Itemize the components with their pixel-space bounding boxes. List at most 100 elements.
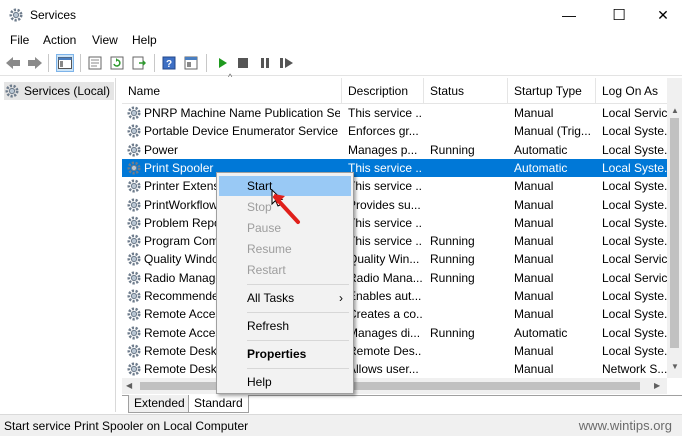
service-status (430, 104, 510, 122)
service-description: Allows user... (348, 362, 419, 377)
service-description: Provides su... (348, 197, 421, 212)
service-log-on-as: Local Syste... (602, 325, 668, 340)
column-header-status[interactable]: Status (424, 78, 508, 104)
service-status: Running (430, 270, 475, 285)
horizontal-scroll-thumb[interactable] (140, 382, 640, 390)
service-log-on-as: Local Syste... (602, 343, 668, 358)
column-header-name[interactable]: Name (122, 78, 342, 104)
table-row[interactable]: Remote Desktop Services Allows user... Man… (122, 360, 667, 378)
minimize-button[interactable]: — (546, 0, 592, 30)
table-row[interactable]: Program Compatibility Assistant ServiceT… (122, 232, 668, 250)
service-description: Quality Win... (348, 252, 420, 267)
menu-item-resume[interactable]: Resume (219, 239, 351, 259)
table-row[interactable]: PNRP Machine Name Publication Ser... This… (122, 104, 668, 122)
title-bar: Services — ☐ ✕ (0, 0, 682, 30)
service-description: Enforces gr... (348, 124, 419, 139)
service-status: Running (430, 234, 475, 249)
scroll-down-icon[interactable]: ▼ (671, 362, 679, 371)
menu-action[interactable]: Action (43, 33, 76, 47)
menu-item-all-tasks[interactable]: All Tasks › (219, 288, 351, 308)
service-status (430, 214, 510, 232)
show-hide-tree-icon[interactable] (56, 54, 74, 72)
pause-service-icon[interactable] (256, 54, 274, 72)
tab-extended[interactable]: Extended (128, 395, 191, 413)
menu-item-help[interactable]: Help (219, 372, 351, 392)
service-description: Remote Des... (348, 343, 422, 358)
restart-service-icon[interactable] (278, 54, 296, 72)
help-icon[interactable]: ? (160, 54, 178, 72)
menu-item-properties[interactable]: Properties (219, 344, 351, 364)
menu-item-restart[interactable]: Restart (219, 260, 351, 280)
menu-separator (247, 340, 349, 341)
service-gear-icon (126, 288, 142, 304)
table-row[interactable]: Printer Extensions and NotificationsThis… (122, 177, 668, 195)
tree-item-services-local[interactable]: Services (Local) (4, 82, 115, 100)
console-icon[interactable] (182, 54, 200, 72)
menu-help[interactable]: Help (132, 33, 157, 47)
service-name: Portable Device Enumerator Service (144, 124, 339, 139)
service-description: This service ... (348, 106, 422, 120)
services-list: ^ Name Description Status Startup Type L… (122, 72, 682, 414)
column-header-log-on-as[interactable]: Log On As (596, 78, 667, 104)
vertical-scrollbar[interactable]: ▲ ▼ (667, 78, 682, 378)
service-gear-icon (126, 361, 142, 377)
service-gear-icon (126, 123, 142, 139)
table-row[interactable]: Portable Device Enumerator Service Enforc… (122, 122, 668, 140)
vertical-scroll-thumb[interactable] (670, 118, 679, 348)
service-startup-type: Manual (514, 362, 554, 377)
properties-icon[interactable] (86, 54, 104, 72)
scroll-up-icon[interactable]: ▲ (671, 106, 679, 115)
service-description: This service ... (348, 234, 422, 249)
tree-item-label: Services (Local) (24, 84, 111, 98)
watermark: www.wintips.org (578, 418, 672, 433)
service-startup-type: Manual (514, 270, 554, 285)
column-header-description[interactable]: Description (342, 78, 424, 104)
stop-service-icon[interactable] (234, 54, 252, 72)
table-row[interactable]: Problem Reports Control Panel SupportThi… (122, 214, 668, 232)
service-startup-type: Manual (514, 252, 554, 267)
service-startup-type: Manual (514, 289, 554, 303)
menu-view[interactable]: View (92, 33, 118, 47)
maximize-button[interactable]: ☐ (596, 0, 642, 30)
table-row[interactable]: Print Spooler This service ... Automatic Lo… (122, 158, 668, 178)
menu-file[interactable]: File (10, 33, 29, 47)
table-row[interactable]: Remote Access Connection ManagerManages … (122, 324, 668, 342)
forward-icon[interactable] (26, 54, 44, 72)
scroll-right-icon[interactable]: ▶ (654, 381, 660, 390)
service-log-on-as: Local Service (602, 270, 668, 285)
service-startup-type: Manual (514, 215, 554, 230)
service-status (430, 122, 510, 140)
status-bar: Start service Print Spooler on Local Com… (0, 414, 682, 436)
scroll-left-icon[interactable]: ◀ (126, 381, 132, 390)
service-log-on-as: Network S... (602, 362, 668, 377)
service-status (430, 159, 510, 177)
service-description: This service ... (348, 215, 422, 230)
column-header-startup-type[interactable]: Startup Type (508, 78, 596, 104)
start-service-icon[interactable] (214, 54, 232, 72)
table-row[interactable]: Power Manages p... Running Automatic Local S… (122, 141, 668, 159)
export-list-icon[interactable] (130, 54, 148, 72)
horizontal-scrollbar[interactable]: ◀ ▶ (122, 378, 667, 394)
tab-standard[interactable]: Standard (188, 395, 249, 413)
service-status (430, 305, 510, 323)
service-gear-icon (126, 325, 142, 341)
table-row[interactable]: Radio Management ServiceRadio Mana...Run… (122, 269, 668, 287)
close-button[interactable]: ✕ (640, 0, 682, 30)
table-row[interactable]: PrintWorkflow Provides su... Manual Local S… (122, 196, 668, 214)
service-startup-type: Automatic (514, 160, 568, 175)
service-gear-icon (126, 160, 142, 176)
service-log-on-as: Local Syste... (602, 142, 668, 157)
menu-item-refresh[interactable]: Refresh (219, 316, 351, 336)
table-row[interactable]: Remote Access Auto Connection ManagerCre… (122, 305, 668, 323)
menu-item-label: All Tasks (247, 291, 295, 305)
back-icon[interactable] (4, 54, 22, 72)
table-row[interactable]: Remote Desktop ConfigurationRemote Des..… (122, 342, 668, 360)
menu-separator (247, 368, 349, 369)
table-row[interactable]: Recommended Troubleshooting ServiceEnabl… (122, 287, 668, 305)
service-gear-icon (126, 251, 142, 267)
service-status (430, 342, 510, 360)
status-text: Start service Print Spooler on Local Com… (4, 419, 249, 433)
service-description: Creates a co... (348, 307, 422, 322)
refresh-icon[interactable] (108, 54, 126, 72)
table-row[interactable]: Quality Windows Audio Video ExperienceQu… (122, 250, 668, 268)
